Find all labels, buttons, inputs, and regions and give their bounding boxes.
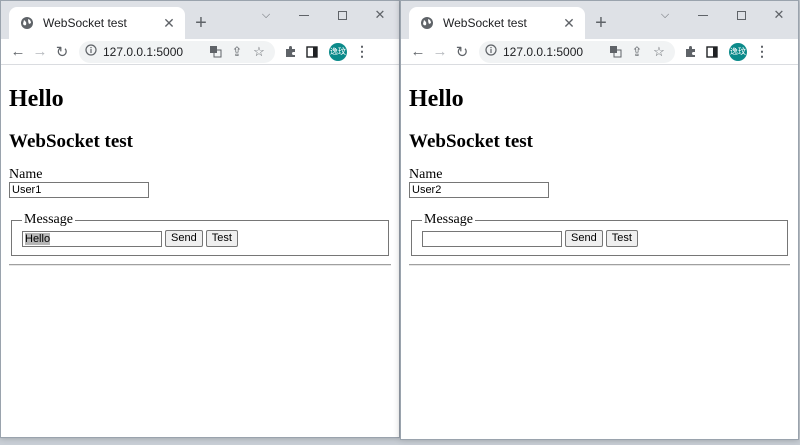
tab-strip: WebSocket test ✕ + ⌵ ✕ xyxy=(401,1,798,39)
browser-window-right: WebSocket test ✕ + ⌵ ✕ ← → ↻ 127.0.0.1:5… xyxy=(400,0,799,440)
bookmark-star-icon[interactable]: ☆ xyxy=(249,42,269,62)
page-heading: Hello xyxy=(409,86,464,112)
tab-strip: WebSocket test ✕ + ⌵ ✕ xyxy=(1,1,399,39)
translate-icon[interactable] xyxy=(605,42,625,62)
message-legend: Message xyxy=(24,212,73,227)
page-content: Hello WebSocket test Name Message Hello … xyxy=(1,85,399,266)
divider xyxy=(9,264,391,266)
tab-search-icon[interactable]: ⌵ xyxy=(247,1,285,29)
message-input-text: Hello xyxy=(25,232,51,245)
name-label: Name xyxy=(409,167,443,182)
send-button[interactable]: Send xyxy=(565,230,603,247)
more-menu-icon[interactable]: ⋮ xyxy=(353,43,371,60)
message-input[interactable] xyxy=(422,230,562,247)
page-subheading: WebSocket test xyxy=(409,131,534,152)
translate-icon[interactable] xyxy=(205,42,225,62)
close-tab-icon[interactable]: ✕ xyxy=(161,15,177,31)
back-icon[interactable]: ← xyxy=(7,41,29,63)
extensions-icon[interactable] xyxy=(679,41,701,63)
browser-toolbar: ← → ↻ 127.0.0.1:5000 ⇪ ☆ 逸玟 ⋮ xyxy=(401,39,798,65)
message-legend: Message xyxy=(424,212,473,227)
reload-icon[interactable]: ↻ xyxy=(51,41,73,63)
globe-icon xyxy=(19,15,35,31)
message-input[interactable]: Hello xyxy=(22,230,162,247)
address-bar[interactable]: 127.0.0.1:5000 ⇪ ☆ xyxy=(79,40,275,63)
side-panel-icon[interactable] xyxy=(301,41,323,63)
page-heading: Hello xyxy=(9,86,64,112)
more-menu-icon[interactable]: ⋮ xyxy=(753,43,771,60)
window-caption-buttons: ⌵ ✕ xyxy=(247,1,399,29)
maximize-icon[interactable] xyxy=(323,1,361,29)
profile-avatar[interactable]: 逸玟 xyxy=(329,42,347,61)
profile-avatar[interactable]: 逸玟 xyxy=(729,42,747,61)
side-panel-icon[interactable] xyxy=(701,41,723,63)
url-text: 127.0.0.1:5000 xyxy=(503,44,584,59)
close-window-icon[interactable]: ✕ xyxy=(760,1,798,29)
extensions-icon[interactable] xyxy=(279,41,301,63)
bookmark-star-icon[interactable]: ☆ xyxy=(649,42,669,62)
url-text: 127.0.0.1:5000 xyxy=(103,44,184,59)
new-tab-icon[interactable]: + xyxy=(191,13,211,33)
info-icon[interactable] xyxy=(485,43,497,61)
close-window-icon[interactable]: ✕ xyxy=(361,1,399,29)
browser-window-left: WebSocket test ✕ + ⌵ ✕ ← → ↻ 127.0.0.1:5… xyxy=(0,0,400,438)
address-bar[interactable]: 127.0.0.1:5000 ⇪ ☆ xyxy=(479,40,675,63)
close-tab-icon[interactable]: ✕ xyxy=(561,15,577,31)
share-icon[interactable]: ⇪ xyxy=(627,42,647,62)
info-icon[interactable] xyxy=(85,43,97,61)
page-content: Hello WebSocket test Name Message Send T… xyxy=(401,85,798,266)
tab-websocket-test[interactable]: WebSocket test ✕ xyxy=(409,7,585,39)
globe-icon xyxy=(419,15,435,31)
test-button[interactable]: Test xyxy=(605,230,638,247)
tab-title: WebSocket test xyxy=(43,16,127,30)
name-input[interactable] xyxy=(9,182,149,198)
message-fieldset: Message Hello Send Test xyxy=(11,212,389,256)
tab-title: WebSocket test xyxy=(443,16,527,30)
window-caption-buttons: ⌵ ✕ xyxy=(646,1,798,29)
browser-toolbar: ← → ↻ 127.0.0.1:5000 ⇪ ☆ 逸玟 ⋮ xyxy=(1,39,399,65)
share-icon[interactable]: ⇪ xyxy=(227,42,247,62)
reload-icon[interactable]: ↻ xyxy=(451,41,473,63)
forward-icon[interactable]: → xyxy=(429,41,451,63)
page-subheading: WebSocket test xyxy=(9,131,134,152)
back-icon[interactable]: ← xyxy=(407,41,429,63)
maximize-icon[interactable] xyxy=(722,1,760,29)
tab-websocket-test[interactable]: WebSocket test ✕ xyxy=(9,7,185,39)
message-fieldset: Message Send Test xyxy=(411,212,788,256)
minimize-icon[interactable] xyxy=(285,1,323,29)
name-label: Name xyxy=(9,167,43,182)
new-tab-icon[interactable]: + xyxy=(591,13,611,33)
test-button[interactable]: Test xyxy=(205,230,238,247)
tab-search-icon[interactable]: ⌵ xyxy=(646,1,684,29)
forward-icon[interactable]: → xyxy=(29,41,51,63)
divider xyxy=(409,264,790,266)
name-input[interactable] xyxy=(409,182,549,198)
minimize-icon[interactable] xyxy=(684,1,722,29)
send-button[interactable]: Send xyxy=(165,230,203,247)
